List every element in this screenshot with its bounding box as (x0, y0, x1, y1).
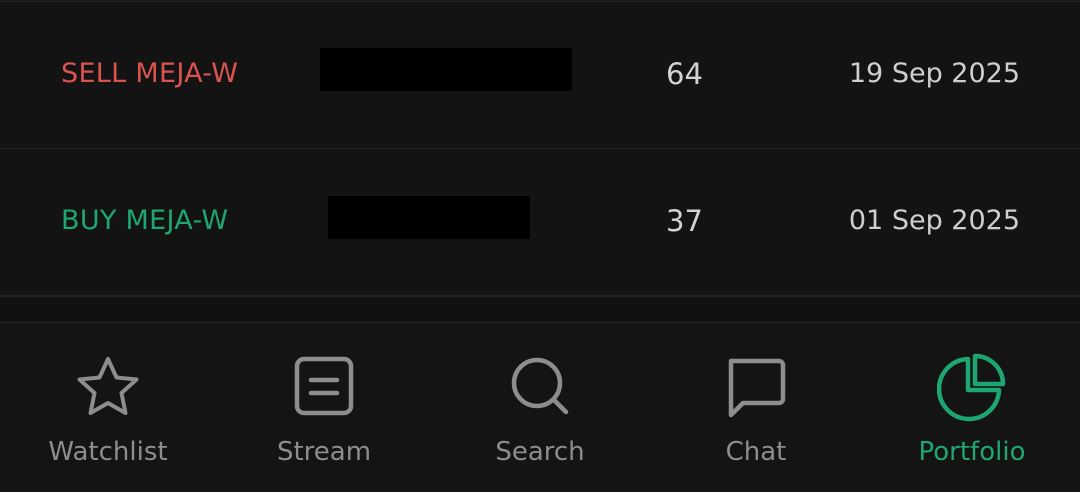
transaction-action-label: SELL MEJA-W (61, 58, 239, 89)
nav-item-search[interactable]: Search (432, 323, 648, 492)
redacted-price-block (328, 196, 530, 239)
nav-item-stream[interactable]: Stream (216, 323, 432, 492)
nav-item-chat[interactable]: Chat (648, 323, 864, 492)
bottom-navigation-bar: Watchlist Stream Search Chat Portfolio (0, 322, 1080, 492)
star-icon (77, 357, 139, 415)
nav-item-label: Stream (276, 437, 372, 467)
list-bottom-spacer (0, 297, 1080, 321)
redacted-price-block (320, 48, 572, 91)
transaction-action-label: BUY MEJA-W (61, 205, 229, 236)
transaction-row[interactable]: SELL MEJA-W 64 19 Sep 2025 (0, 2, 1080, 148)
nav-item-label: Watchlist (48, 437, 168, 467)
nav-item-label: Search (495, 437, 585, 467)
app-screen: SELL MEJA-W 64 19 Sep 2025 BUY MEJA-W 37… (0, 0, 1080, 492)
nav-item-label: Portfolio (918, 437, 1026, 467)
nav-item-watchlist[interactable]: Watchlist (0, 323, 216, 492)
transaction-date: 19 Sep 2025 (848, 58, 1020, 89)
stream-icon (294, 356, 354, 416)
search-icon (511, 357, 569, 415)
transaction-quantity: 64 (666, 57, 703, 91)
nav-item-label: Chat (725, 437, 787, 467)
chat-icon (728, 358, 786, 418)
pie-chart-icon (937, 353, 1006, 422)
transaction-row[interactable]: BUY MEJA-W 37 01 Sep 2025 (0, 149, 1080, 295)
nav-item-portfolio[interactable]: Portfolio (864, 323, 1080, 492)
transaction-date: 01 Sep 2025 (848, 205, 1020, 236)
transaction-quantity: 37 (666, 204, 703, 238)
